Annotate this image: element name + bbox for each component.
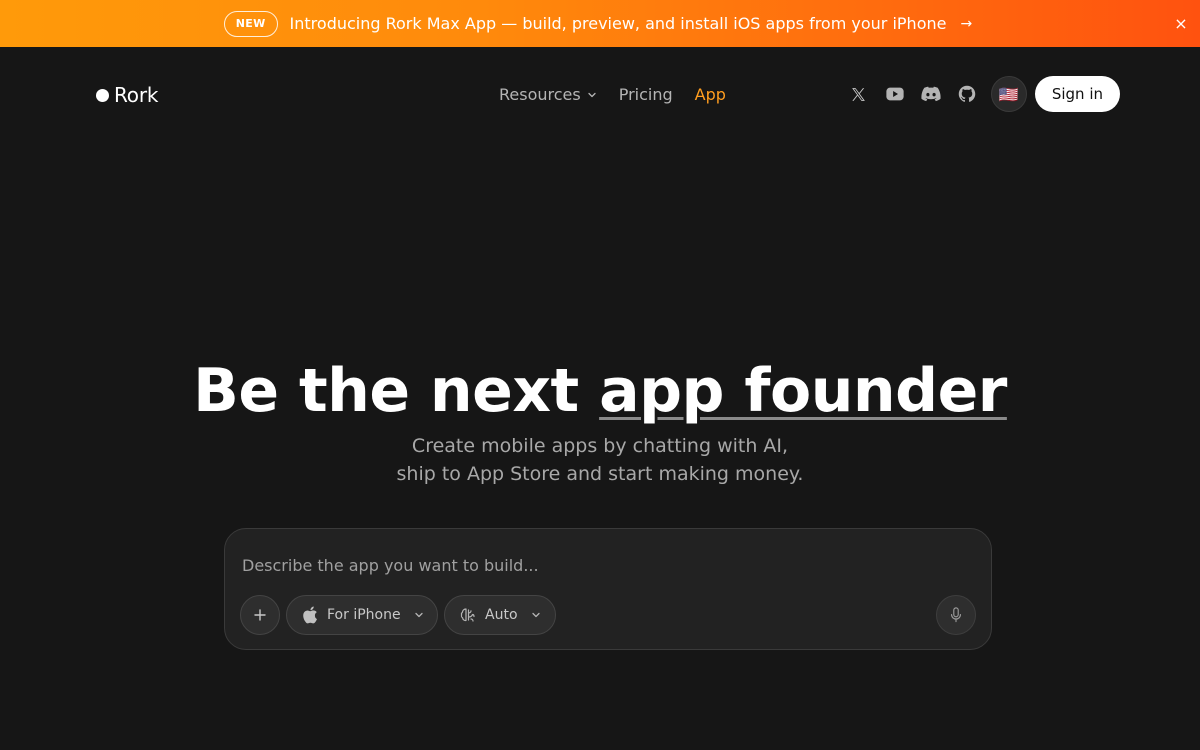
hero-subtitle-line-2: ship to App Store and start making money… xyxy=(396,463,804,485)
new-badge: NEW xyxy=(223,10,278,37)
header-actions: 🇺🇸 Sign in xyxy=(841,76,1120,112)
brain-icon xyxy=(460,608,475,622)
us-flag-icon: 🇺🇸 xyxy=(998,84,1019,104)
banner-content[interactable]: NEW Introducing Rork Max App — build, pr… xyxy=(223,10,973,37)
nav-pricing[interactable]: Pricing xyxy=(619,85,673,104)
model-selector[interactable]: Auto xyxy=(444,595,556,635)
apple-icon xyxy=(303,606,318,624)
microphone-button[interactable] xyxy=(936,595,976,635)
x-icon[interactable] xyxy=(841,76,877,112)
hero-subtitle-line-1: Create mobile apps by chatting with AI, xyxy=(411,435,789,457)
microphone-icon xyxy=(950,607,962,623)
banner-text[interactable]: Introducing Rork Max App — build, previe… xyxy=(290,14,947,33)
arrow-right-icon: → xyxy=(960,15,973,32)
nav-resources-label: Resources xyxy=(499,85,581,104)
hero-title-plain: Be the next xyxy=(193,356,600,426)
site-header: Rork Resources Pricing App 🇺🇸 Sign in xyxy=(0,47,1200,143)
chevron-down-icon xyxy=(414,612,423,618)
youtube-icon[interactable] xyxy=(877,76,913,112)
prompt-input[interactable] xyxy=(240,551,960,579)
sign-in-button[interactable]: Sign in xyxy=(1034,76,1120,112)
prompt-box: For iPhone Auto xyxy=(224,528,992,650)
model-label: Auto xyxy=(485,607,518,623)
github-icon[interactable] xyxy=(949,76,985,112)
logo-text: Rork xyxy=(114,83,159,107)
language-selector[interactable]: 🇺🇸 xyxy=(990,76,1027,112)
chevron-down-icon xyxy=(588,92,596,97)
close-icon[interactable]: × xyxy=(1170,12,1192,34)
chevron-down-icon xyxy=(531,612,540,618)
nav-resources[interactable]: Resources xyxy=(499,85,597,104)
add-attachment-button[interactable] xyxy=(240,595,280,635)
hero-title: Be the next app founder xyxy=(0,355,1200,427)
device-label: For iPhone xyxy=(327,607,401,623)
nav-app[interactable]: App xyxy=(695,85,726,104)
hero-subtitle: Create mobile apps by chatting with AI, … xyxy=(0,432,1200,488)
hero-title-underlined: app founder xyxy=(599,356,1007,426)
logo[interactable]: Rork xyxy=(96,83,158,107)
announcement-banner[interactable]: NEW Introducing Rork Max App — build, pr… xyxy=(0,0,1200,47)
device-selector[interactable]: For iPhone xyxy=(286,595,438,635)
discord-icon[interactable] xyxy=(913,76,949,112)
main-nav: Resources Pricing App xyxy=(499,85,726,104)
logo-dot-icon xyxy=(96,88,109,102)
plus-icon xyxy=(254,609,266,621)
